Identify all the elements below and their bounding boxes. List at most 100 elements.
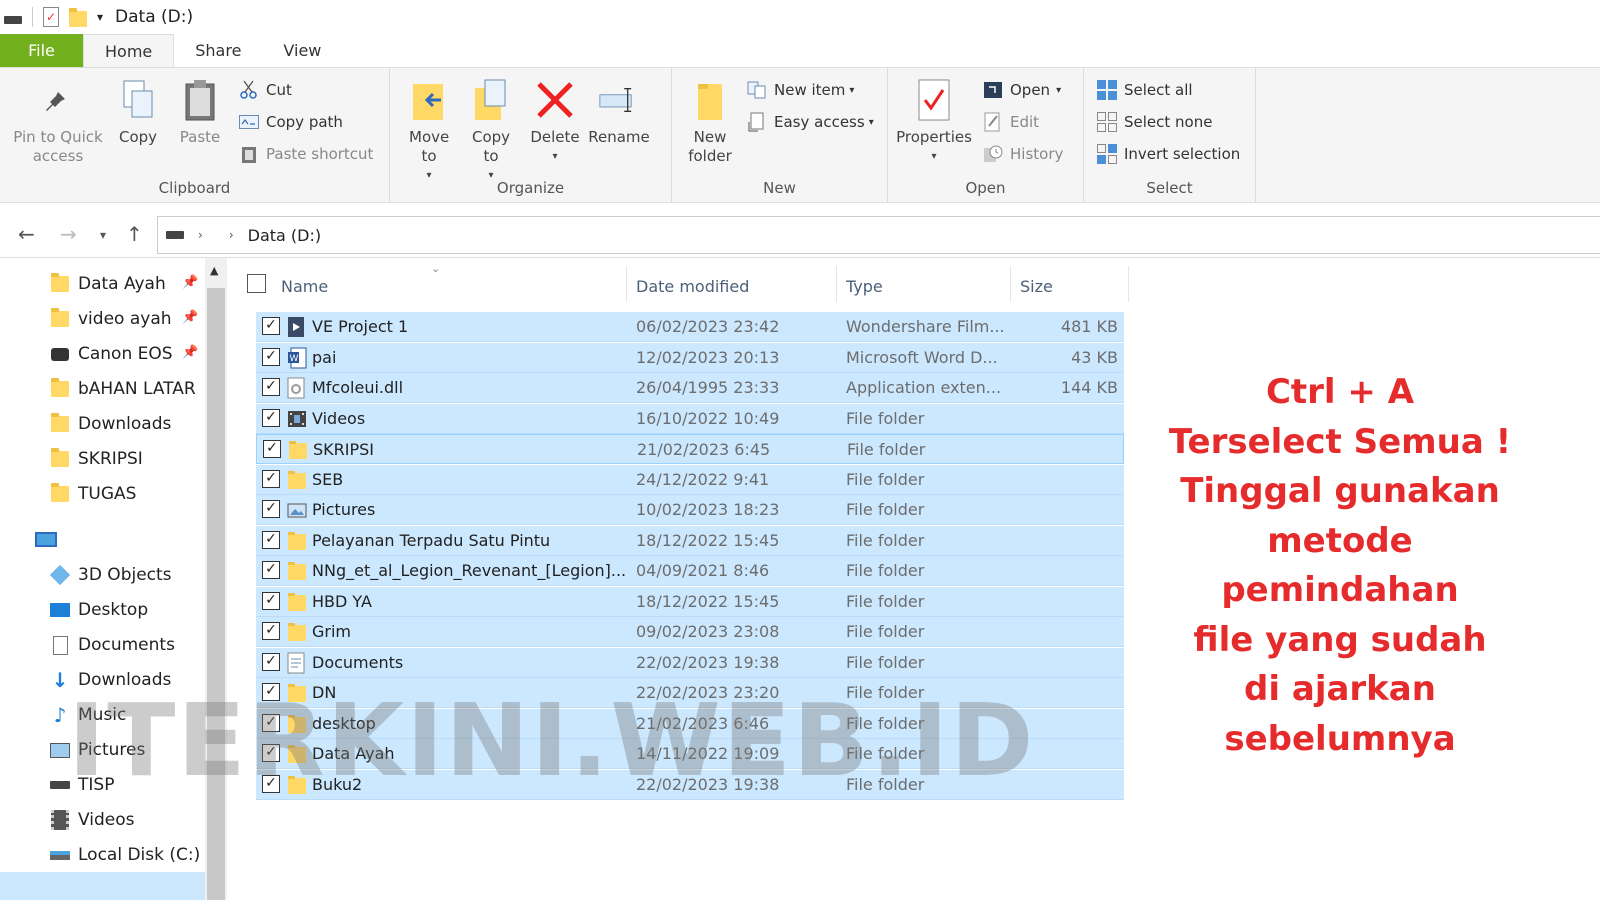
edit-button[interactable]: Edit [982, 111, 1039, 133]
open-group-label: Open [965, 179, 1006, 197]
tab-share[interactable]: Share [174, 34, 262, 67]
select-none-icon [1096, 111, 1118, 133]
nav-item-canon-eos[interactable]: Canon EOS 7( 📌 [0, 337, 198, 371]
row-checkbox[interactable]: ✓ [262, 408, 280, 427]
properties-quick-icon[interactable]: ✓ [43, 7, 59, 27]
row-checkbox[interactable]: ✓ [262, 317, 280, 335]
column-header-size[interactable]: Size [1020, 266, 1053, 306]
row-checkbox[interactable]: ✓ [262, 591, 280, 610]
breadcrumb-current[interactable]: Data (D:) [248, 226, 321, 245]
rename-button[interactable]: Rename [588, 76, 650, 147]
new-folder-quick-icon[interactable] [69, 7, 87, 27]
copy-to-button[interactable]: Copy to ▾ [466, 76, 516, 185]
cell-type: File folder [846, 469, 925, 489]
tab-file[interactable]: File [0, 34, 83, 67]
up-arrow-icon[interactable]: ↑ [126, 222, 143, 246]
address-bar[interactable]: › › Data (D:) [157, 216, 1600, 254]
table-row[interactable]: ✓ Wpai 12/02/2023 20:13 Microsoft Word D...… [256, 342, 1124, 373]
cell-size: 481 KB [1060, 317, 1118, 336]
row-checkbox[interactable]: ✓ [262, 622, 280, 640]
column-name-label: Name [281, 276, 329, 296]
videos-folder-icon [287, 408, 307, 430]
invert-selection-button[interactable]: Invert selection [1096, 143, 1240, 165]
nav-item-data-ayah[interactable]: Data Ayah 📌 [0, 267, 198, 301]
easy-access-button[interactable]: Easy access ▾ [746, 111, 874, 133]
select-none-button[interactable]: Select none [1096, 111, 1212, 133]
table-row[interactable]: ✓ Mfcoleui.dll 26/04/1995 23:33 Application… [256, 373, 1124, 403]
row-checkbox[interactable]: ✓ [262, 561, 280, 579]
scroll-up-arrow-icon[interactable]: ▲ [210, 264, 218, 277]
nav-item-downloads-quick[interactable]: Downloads [0, 407, 171, 441]
paste-shortcut-button[interactable]: Paste shortcut [238, 143, 373, 165]
nav-item-label: Data Ayah [78, 274, 166, 294]
pin-to-quick-access-button[interactable]: Pin to Quick access [8, 76, 108, 166]
column-header-date[interactable]: Date modified [636, 266, 749, 306]
nav-item-3d-objects[interactable]: 3D Objects [0, 558, 172, 592]
paste-button[interactable]: Paste [175, 76, 225, 147]
row-checkbox[interactable]: ✓ [262, 530, 280, 549]
table-row[interactable]: ✓ Documents 22/02/2023 19:38 File folder [256, 647, 1124, 678]
nav-item-videos[interactable]: Videos [0, 803, 135, 837]
table-row[interactable]: ✓ NNg_et_al_Legion_Revenant_[Legion]... 04… [256, 556, 1124, 586]
nav-item-label: 3D Objects [78, 565, 172, 585]
row-checkbox[interactable]: ✓ [263, 440, 281, 458]
table-row[interactable]: ✓ SKRIPSI 21/02/2023 6:45 File folder [256, 434, 1124, 464]
column-header-type[interactable]: Type [846, 266, 883, 306]
window-title: Data (D:) [115, 7, 194, 27]
cell-name: Mfcoleui.dll [312, 378, 404, 397]
breadcrumb-chevron-icon[interactable]: › [229, 228, 234, 242]
table-row[interactable]: ✓ Pictures 10/02/2023 18:23 File folder [256, 495, 1124, 525]
new-item-button[interactable]: New item ▾ [746, 79, 854, 101]
breadcrumb-chevron-icon[interactable]: › [198, 228, 203, 242]
nav-item-video-ayah[interactable]: video ayah 📌 [0, 302, 198, 336]
nav-item-skripsi[interactable]: SKRIPSI [0, 442, 143, 476]
column-header-name[interactable]: Name ⌄ [281, 262, 621, 306]
nav-item-desktop[interactable]: Desktop [0, 593, 148, 627]
move-to-button[interactable]: Move to ▾ [404, 76, 454, 185]
back-arrow-icon[interactable]: ← [18, 222, 35, 246]
customize-toolbar-icon[interactable]: ▾ [97, 10, 103, 24]
select-all-button[interactable]: Select all [1096, 79, 1193, 101]
new-item-dropdown-icon: ▾ [849, 84, 855, 96]
forward-arrow-icon[interactable]: → [60, 222, 77, 246]
properties-button[interactable]: Properties ▾ [894, 76, 974, 166]
nav-item-this-pc[interactable] [0, 522, 64, 556]
nav-item-bahan-latar[interactable]: bAHAN LATAR E [0, 372, 202, 406]
table-row[interactable]: ✓ HBD YA 18/12/2022 15:45 File folder [256, 586, 1124, 617]
table-row[interactable]: ✓ Pelayanan Terpadu Satu Pintu 18/12/2022 … [256, 525, 1124, 556]
history-icon [982, 143, 1004, 165]
copy-path-button[interactable]: Copy path [238, 111, 343, 133]
row-checkbox[interactable]: ✓ [262, 347, 280, 366]
table-row[interactable]: ✓ Grim 09/02/2023 23:08 File folder [256, 617, 1124, 647]
table-row[interactable]: ✓ VE Project 1 06/02/2023 23:42 Wondershare… [256, 312, 1124, 342]
history-label: History [1010, 145, 1064, 163]
new-item-icon [746, 79, 768, 101]
cut-button[interactable]: Cut [238, 79, 292, 101]
column-size-label: Size [1020, 276, 1053, 296]
copy-button[interactable]: Copy [113, 76, 163, 147]
svg-text:W: W [290, 354, 299, 364]
row-checkbox[interactable]: ✓ [262, 500, 280, 518]
copy-to-label: Copy to [471, 128, 511, 165]
recent-locations-chevron-icon[interactable]: ▾ [100, 228, 106, 242]
table-row[interactable]: ✓ Videos 16/10/2022 10:49 File folder [256, 403, 1124, 434]
row-checkbox[interactable]: ✓ [262, 378, 280, 396]
cell-type: Application exten... [846, 378, 1002, 397]
new-folder-button[interactable]: New folder [680, 76, 740, 166]
tab-home[interactable]: Home [83, 34, 175, 67]
nav-scrollbar-thumb[interactable] [207, 288, 225, 900]
nav-item-data-d-selected[interactable] [0, 872, 205, 900]
nav-item-tugas[interactable]: TUGAS [0, 477, 136, 511]
select-all-checkbox[interactable] [247, 274, 266, 293]
cell-type: Wondershare Film... [846, 317, 1005, 336]
row-checkbox[interactable]: ✓ [262, 469, 280, 488]
delete-button[interactable]: Delete ▾ [530, 76, 580, 166]
tab-view[interactable]: View [262, 34, 342, 67]
row-checkbox[interactable]: ✓ [262, 652, 280, 671]
nav-item-local-disk-c[interactable]: Local Disk (C:) [0, 838, 200, 872]
history-button[interactable]: History [982, 143, 1063, 165]
local-disk-icon [48, 843, 72, 867]
table-row[interactable]: ✓ SEB 24/12/2022 9:41 File folder [256, 464, 1124, 495]
open-button[interactable]: Open ▾ [982, 79, 1061, 101]
nav-item-documents[interactable]: Documents [0, 628, 175, 662]
